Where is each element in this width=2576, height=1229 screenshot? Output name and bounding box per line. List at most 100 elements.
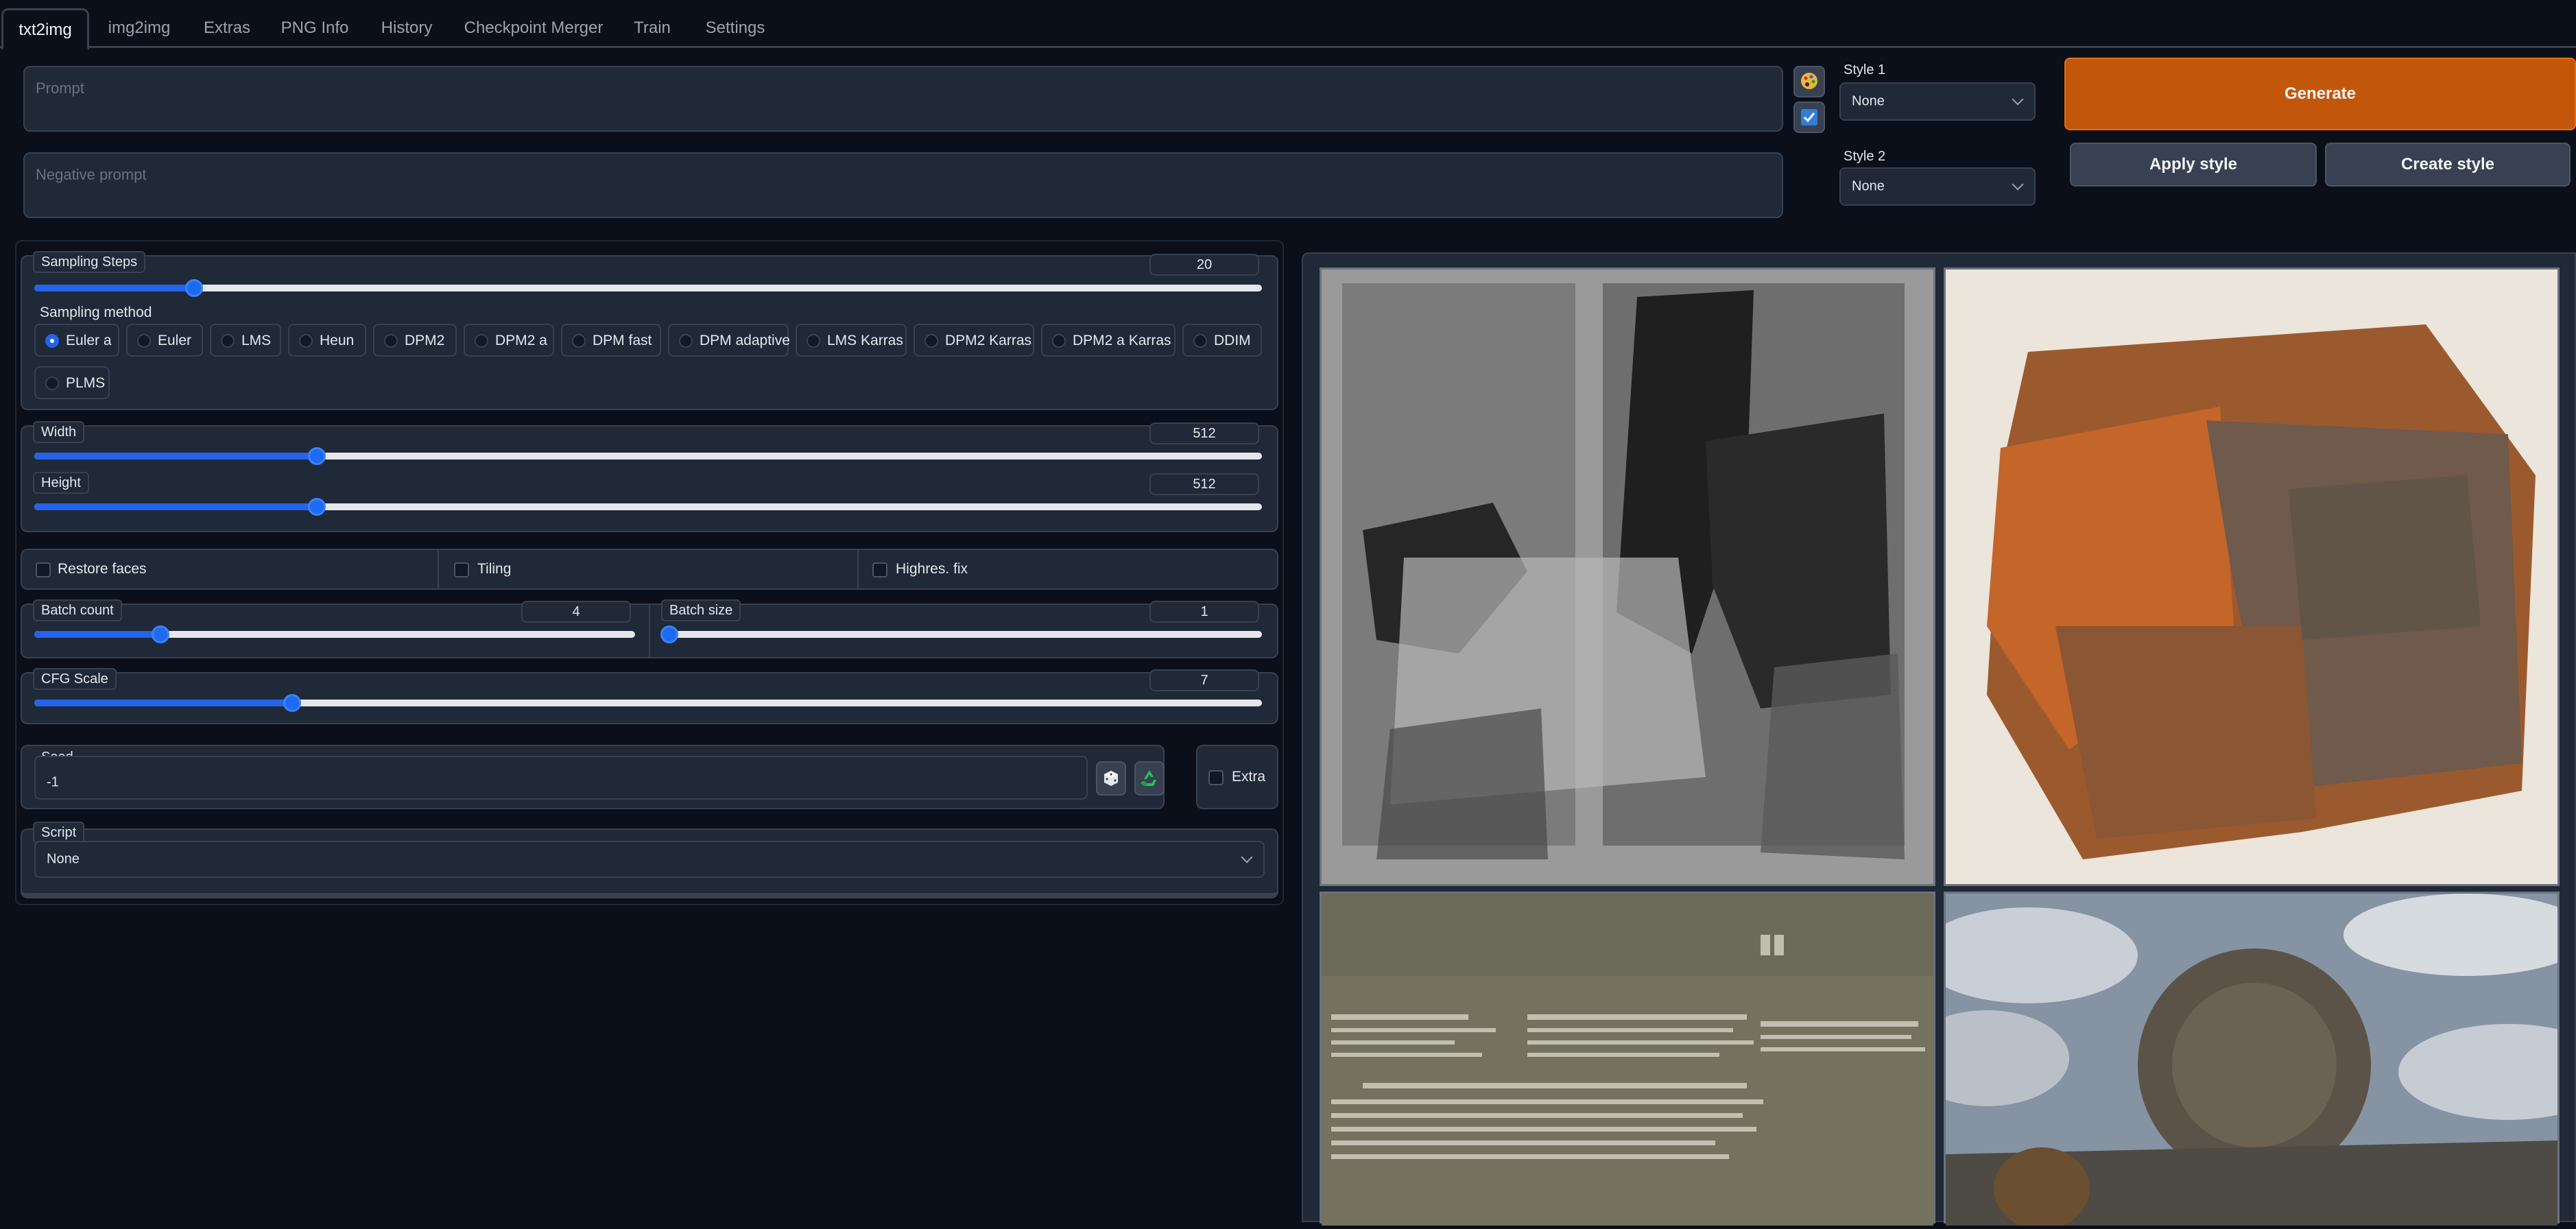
random-seed-button[interactable] [1096,761,1126,796]
slider-fill [34,285,194,291]
sampling-steps-label: Sampling Steps [33,251,146,273]
tab-train[interactable]: Train [623,8,682,48]
height-slider[interactable] [34,498,1262,516]
slider-thumb[interactable] [283,694,301,712]
seed-input[interactable]: -1 [34,756,1088,800]
sampler-plms[interactable]: PLMS [34,366,110,399]
divider [438,550,439,588]
apply-style-button[interactable]: Apply style [2070,143,2317,187]
cfg-scale-number[interactable]: 7 [1149,669,1259,691]
style2-value: None [1852,178,1885,194]
tab-img2img[interactable]: img2img [96,8,182,48]
batch-count-number[interactable]: 4 [521,601,631,623]
sampler-heun[interactable]: Heun [288,324,366,357]
sampler-label: DPM2 a [495,333,547,348]
output-gallery [1302,252,2576,1229]
slider-thumb[interactable] [151,625,169,643]
tab-checkpoint-merger[interactable]: Checkpoint Merger [458,8,609,48]
sampling-steps-number[interactable]: 20 [1149,254,1259,276]
sampler-lms-karras[interactable]: LMS Karras [796,324,907,357]
sampler-label: Euler [158,333,192,348]
sampler-label: LMS Karras [827,333,903,348]
tab-history[interactable]: History [370,8,443,48]
tab-settings[interactable]: Settings [694,8,776,48]
radio-dot [925,334,938,348]
chevron-down-icon [2012,93,2024,106]
extra-checkbox[interactable] [1208,770,1224,785]
sampler-label: Euler a [66,333,112,348]
sampler-dpm-fast[interactable]: DPM fast [561,324,661,357]
sampler-dpm-adaptive[interactable]: DPM adaptive [668,324,790,357]
generated-image-3 [1322,894,1933,1226]
sampler-euler[interactable]: Euler [126,324,203,357]
batch-count-slider[interactable] [34,625,635,643]
recycle-icon [1141,770,1156,786]
radio-dot [137,334,151,348]
radio-dot [475,334,488,348]
dimensions-panel [21,425,1278,532]
batch-size-number[interactable]: 1 [1149,601,1259,623]
paste-button[interactable] [1793,66,1825,97]
cfg-scale-slider[interactable] [34,694,1262,712]
radio-dot [679,334,693,348]
highres-fix-label: Highres. fix [896,561,968,577]
save-prompt-button[interactable] [1793,102,1825,133]
output-image[interactable] [1320,267,1935,886]
sampler-label: LMS [241,333,272,348]
style1-select[interactable]: None [1839,82,2036,121]
sampler-label: DPM fast [593,333,652,348]
generate-button[interactable]: Generate [2064,58,2576,130]
prompt-placeholder: Prompt [36,80,84,97]
prompt-input[interactable]: Prompt [23,66,1783,132]
output-image[interactable] [1944,267,2560,886]
width-label: Width [33,421,85,443]
sampler-label: DDIM [1214,333,1251,348]
cfg-panel [21,672,1278,724]
highres-fix-checkbox[interactable] [872,562,887,577]
tab-txt2img[interactable]: txt2img [1,8,89,50]
reuse-seed-button[interactable] [1134,761,1165,796]
tab-png-info[interactable]: PNG Info [273,8,357,48]
sampler-label: DPM2 a Karras [1073,333,1171,348]
slider-thumb[interactable] [660,625,678,643]
style2-select[interactable]: None [1839,167,2036,206]
output-image[interactable] [1905,892,2576,1229]
create-style-button[interactable]: Create style [2325,143,2571,187]
height-number[interactable]: 512 [1149,473,1259,495]
sampler-dpm2-a[interactable]: DPM2 a [464,324,554,357]
seed-value: -1 [47,774,59,790]
tiling-label: Tiling [477,561,512,577]
slider-thumb[interactable] [307,498,326,516]
tiling-checkbox[interactable] [454,562,469,577]
script-value: None [47,851,80,867]
sampler-lms[interactable]: LMS [210,324,281,357]
chevron-down-icon [2012,178,2024,191]
radio-dot [1052,334,1066,348]
radio-dot [384,334,398,348]
negative-prompt-input[interactable]: Negative prompt [23,152,1783,218]
tab-bar: txt2img img2img Extras PNG Info History … [0,0,2576,50]
batch-count-label: Batch count [33,599,122,621]
sampler-dpm2-karras[interactable]: DPM2 Karras [914,324,1034,357]
sampling-steps-slider[interactable] [34,279,1262,297]
sampler-label: DPM2 [405,333,445,348]
slider-thumb[interactable] [307,447,326,465]
radio-dot [45,377,59,390]
height-label: Height [33,472,89,494]
width-slider[interactable] [34,447,1262,465]
radio-dot [1193,334,1207,348]
sampler-dpm2[interactable]: DPM2 [373,324,457,357]
sampler-euler-a[interactable]: Euler a [34,324,119,357]
script-select[interactable]: None [34,841,1265,878]
sampler-ddim[interactable]: DDIM [1182,324,1262,357]
output-image[interactable] [1320,892,1935,1226]
tab-extras[interactable]: Extras [193,8,261,48]
restore-faces-checkbox[interactable] [36,562,51,577]
slider-fill [34,700,292,706]
width-number[interactable]: 512 [1149,422,1259,444]
radio-dot [221,334,235,348]
slider-thumb[interactable] [184,279,203,297]
batch-size-slider[interactable] [660,625,1262,643]
style2-label: Style 2 [1844,149,1886,164]
sampler-dpm2-a-karras[interactable]: DPM2 a Karras [1041,324,1176,357]
